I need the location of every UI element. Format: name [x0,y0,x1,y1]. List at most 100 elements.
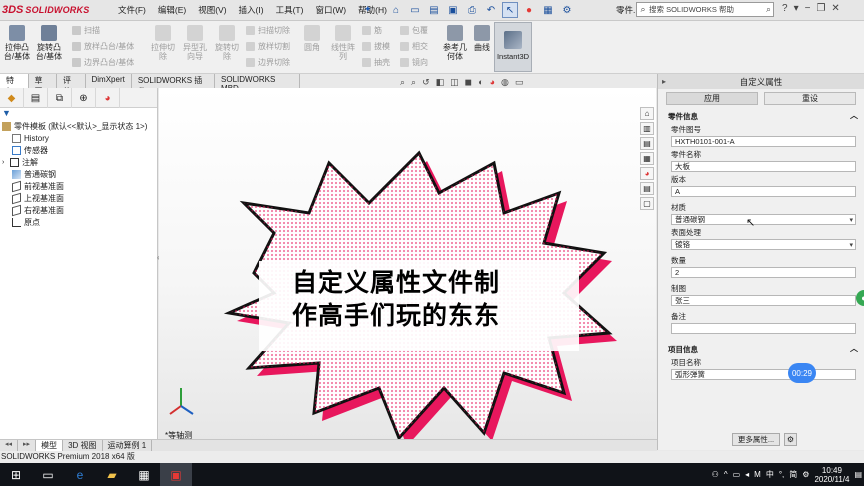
tray-expand-icon[interactable]: ^ [724,470,728,479]
appearances-icon[interactable]: ◕ [640,167,654,180]
view-settings-icon[interactable]: ▭ [515,77,524,88]
tab-dimxpert[interactable]: DimXpert [85,74,132,88]
tree-item-right-plane[interactable]: 右视基准面 [0,204,157,216]
open-folder-icon[interactable]: ▤ [426,2,442,18]
custom-properties-icon[interactable]: ▤ [640,182,654,195]
tree-item-history[interactable]: History [0,132,157,144]
hide-show-icon[interactable]: ◐ [478,77,483,88]
tab-3d-views[interactable]: 3D 视图 [63,440,103,451]
extrude-boss-button[interactable]: 拉伸凸 台/基体 [2,25,32,61]
linear-pattern-button[interactable]: 线性阵 列 [328,25,358,61]
tab-model[interactable]: 模型 [36,440,64,451]
ime-punct-icon[interactable]: °, [779,470,784,479]
home-icon[interactable]: ⌂ [388,2,404,18]
dimxpert-tab-icon[interactable]: ⊕ [72,88,96,108]
zoom-to-fit-icon[interactable]: ⌕ [400,77,405,88]
edit-appearance-icon[interactable]: ◕ [490,77,495,88]
reset-button[interactable]: 重设 [764,92,856,105]
boundary-boss-button[interactable]: 边界凸台/基体 [72,57,134,68]
collapse-chevron-icon[interactable]: ︿ [850,343,858,354]
tree-item-front-plane[interactable]: 前视基准面 [0,180,157,192]
mirror-button[interactable]: 镜向 [400,57,428,68]
zoom-area-icon[interactable]: ⌕ [411,77,416,88]
close-icon[interactable]: ✕ [831,3,839,14]
rib-button[interactable]: 筋 [362,25,382,36]
save-icon[interactable]: ▣ [445,2,461,18]
forum-icon[interactable]: ▢ [640,197,654,210]
menu-help[interactable]: 帮助(H) [352,4,393,16]
menu-window[interactable]: 窗口(W) [309,4,352,16]
file-explorer-taskbar-icon[interactable]: ▰ [96,463,128,486]
previous-view-icon[interactable]: ↺ [422,77,430,88]
tree-root[interactable]: 零件模板 (默认<<默认>_显示状态 1>) [0,120,157,132]
tree-item-origin[interactable]: 原点 [0,216,157,228]
options-gear-icon[interactable]: ⚙ [559,2,575,18]
graphics-area[interactable]: 自定义属性文件制 作高手们玩的东东 *等轴测 [159,88,656,439]
menu-insert[interactable]: 插入(I) [233,4,270,16]
expand-arrow-icon[interactable]: › [2,159,10,166]
fillet-button[interactable]: 圆角 [300,25,324,52]
tab-addins[interactable]: SOLIDWORKS 插件 [131,74,216,96]
collapse-chevron-icon[interactable]: ︿ [850,110,858,121]
menu-edit[interactable]: 编辑(E) [152,4,192,16]
display-manager-tab-icon[interactable]: ◕ [96,88,120,108]
shell-button[interactable]: 抽壳 [362,57,390,68]
pin-menu-icon[interactable]: ✦ [364,4,372,15]
ime-mode[interactable]: 简 [789,469,797,480]
surface-finish-select[interactable]: 镀铬 ▾ [671,239,856,250]
more-properties-button[interactable]: 更多属性... [732,433,780,446]
remarks-field[interactable] [671,323,856,334]
tab-scroll-left-icon[interactable]: ◂◂ [0,440,19,451]
store-icon[interactable]: ▦ [128,463,160,486]
windows-start-icon[interactable]: ⊞ [0,463,32,486]
configuration-tab-icon[interactable]: ⧉ [48,88,72,108]
section-view-icon[interactable]: ◧ [436,77,445,88]
file-explorer-icon[interactable]: ▤ [640,137,654,150]
network-icon[interactable]: ▭ [733,470,741,479]
volume-icon[interactable]: ◂ [745,470,749,479]
filter-icon[interactable]: ▼ [0,108,157,120]
draft-button[interactable]: 拔模 [362,41,390,52]
lofted-cut-button[interactable]: 放样切割 [246,41,290,52]
quantity-field[interactable]: 2 [671,267,856,278]
tree-item-sensors[interactable]: 传感器 [0,144,157,156]
dropdown-arrow-icon[interactable]: ▾ [849,216,853,224]
minimize-icon[interactable]: − [805,3,811,14]
menu-file[interactable]: 文件(F) [112,4,152,16]
help-dropdown-icon[interactable]: ▾ [794,3,799,14]
hole-wizard-button[interactable]: 异型孔 向导 [180,25,210,61]
display-style-icon[interactable]: ◼ [465,77,472,88]
instant3d-button[interactable]: Instant3D [494,22,532,72]
revolve-cut-button[interactable]: 旋转切 除 [212,25,242,61]
new-document-icon[interactable]: ▭ [407,2,423,18]
part-number-field[interactable]: HXTH0101-001-A [671,136,856,147]
revolve-boss-button[interactable]: 旋转凸 台/基体 [34,25,64,61]
ime-settings-icon[interactable]: ⚙ [802,470,809,479]
tab-evaluate[interactable]: 评估 [57,74,86,96]
view-orientation-icon[interactable]: ◫ [450,77,459,88]
tab-features[interactable]: 特征 [0,74,29,96]
notifications-icon[interactable]: ▤ [854,470,862,479]
reference-geometry-button[interactable]: 参考几 何体 [440,25,470,61]
tab-sketch[interactable]: 草图 [28,74,57,96]
project-info-section[interactable]: 项目信息 ︿ [658,334,864,355]
apply-button[interactable]: 应用 [666,92,758,105]
wrap-button[interactable]: 包覆 [400,25,428,36]
ime-language[interactable]: 中 [766,469,774,480]
dropdown-arrow-icon[interactable]: ▾ [849,241,853,249]
resources-home-icon[interactable]: ⌂ [640,107,654,120]
ime-indicator[interactable]: M [754,470,761,479]
sweep-button[interactable]: 扫描 [72,25,100,36]
clock[interactable]: 10:49 2020/11/4 [814,466,849,484]
revision-field[interactable]: A [671,186,856,197]
part-name-field[interactable]: 大板 [671,161,856,172]
edge-browser-icon[interactable]: e [64,463,96,486]
help-search[interactable]: ⌕ 搜索 SOLIDWORKS 帮助 ⌕ [636,2,774,17]
select-pointer-icon[interactable]: ↖ [502,2,518,18]
search-go-icon[interactable]: ⌕ [766,4,773,15]
search-input[interactable]: 搜索 SOLIDWORKS 帮助 [649,4,766,15]
tree-item-annotations[interactable]: › 注解 [0,156,157,168]
people-icon[interactable]: ⚇ [712,470,719,479]
feature-tree-tab-icon[interactable]: ◆ [0,88,24,108]
settings-gear-icon[interactable]: ⚙ [784,433,797,446]
